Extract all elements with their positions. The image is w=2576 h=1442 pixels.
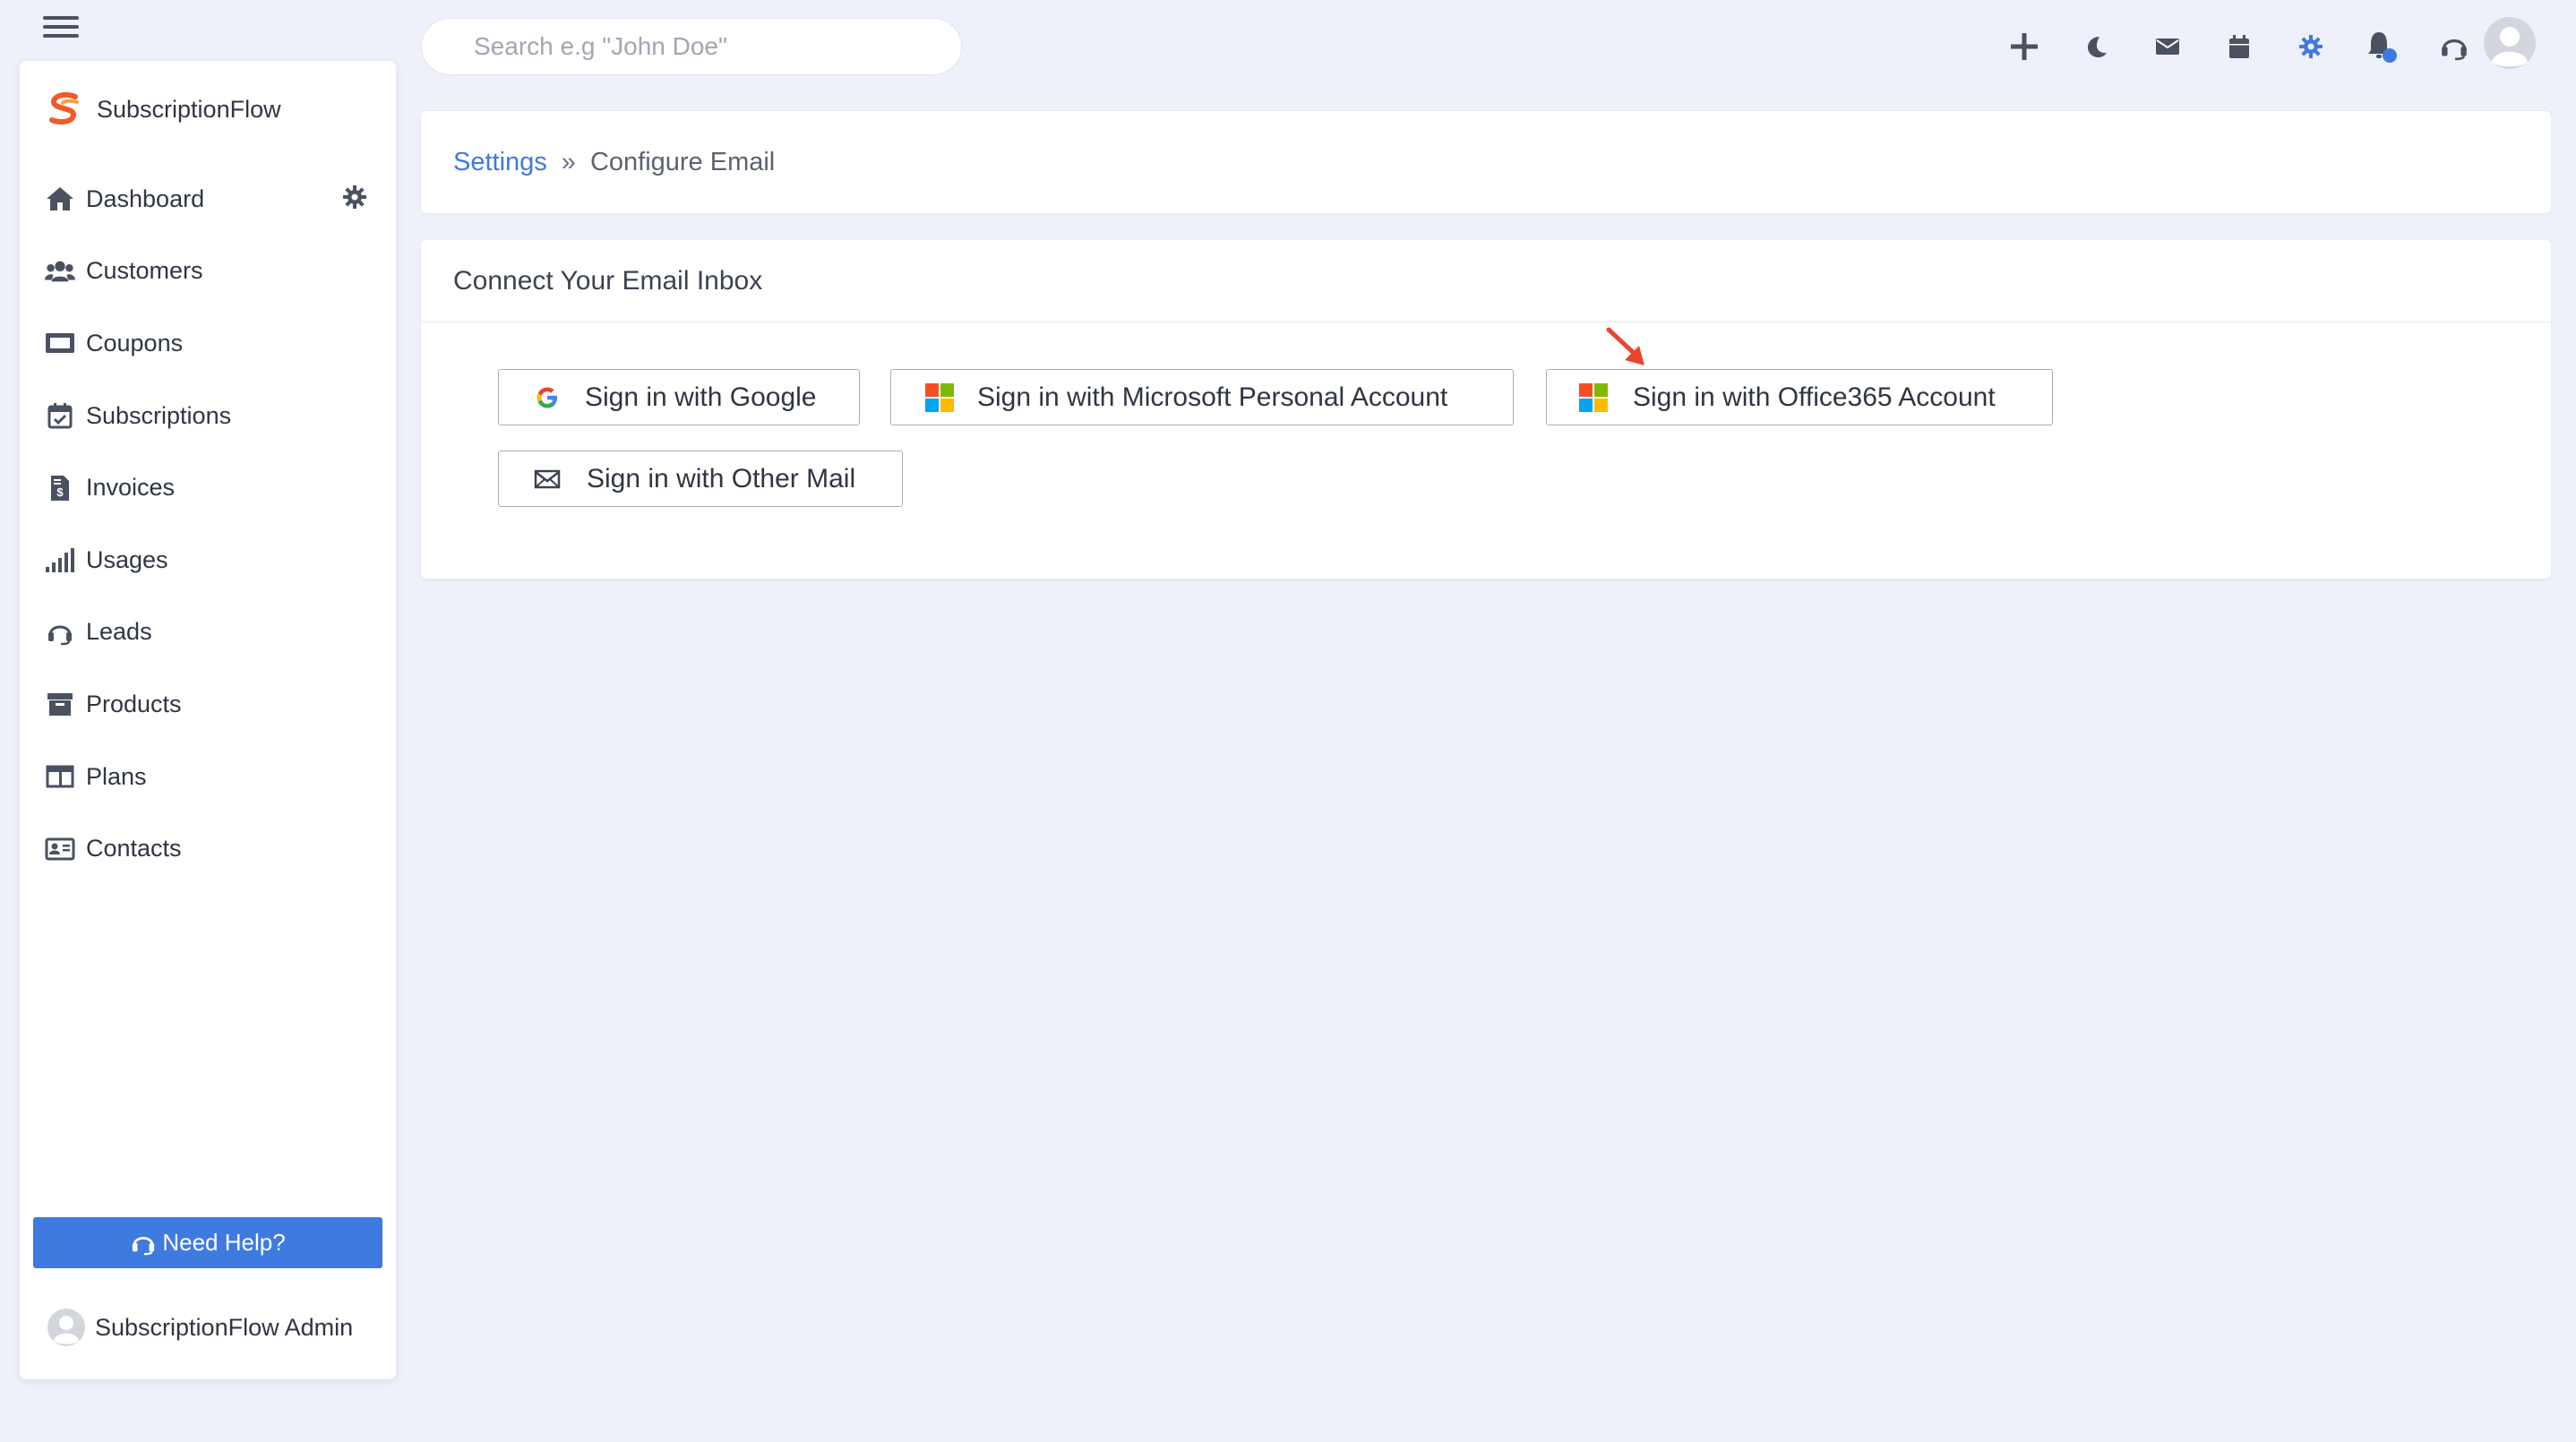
dashboard-settings-gear-icon[interactable] — [342, 185, 367, 216]
avatar — [47, 1309, 85, 1346]
users-icon — [45, 256, 75, 287]
other-mail-signin-label: Sign in with Other Mail — [587, 463, 856, 494]
calendar-icon[interactable] — [2203, 21, 2275, 72]
sidebar-item-label: Contacts — [86, 835, 182, 863]
search-input[interactable] — [421, 18, 962, 75]
sidebar-item-label: Coupons — [86, 329, 184, 356]
envelope-icon — [526, 469, 569, 489]
sidebar-item-plans[interactable]: Plans — [45, 741, 376, 813]
sidebar-item-label: Products — [86, 690, 182, 717]
sidebar-nav: Dashboard Customers Coupons Subscription… — [45, 163, 376, 885]
bell-icon[interactable] — [2347, 21, 2418, 72]
google-logo-icon — [526, 384, 569, 411]
headset-icon — [133, 1236, 155, 1255]
microsoft-logo-icon — [918, 382, 961, 412]
topbar-icons — [1988, 21, 2490, 72]
sidebar-item-label: Subscriptions — [86, 401, 232, 429]
ticket-icon — [45, 328, 75, 358]
sidebar-item-label: Leads — [86, 618, 152, 646]
signal-bars-icon — [45, 545, 75, 575]
need-help-label: Need Help? — [162, 1229, 286, 1256]
breadcrumb-current: Configure Email — [589, 147, 776, 176]
brand-name: SubscriptionFlow — [97, 95, 281, 123]
brand[interactable]: SubscriptionFlow — [47, 91, 281, 127]
user-avatar-icon[interactable] — [2483, 16, 2537, 70]
columns-icon — [45, 761, 75, 792]
hamburger-line — [43, 16, 79, 20]
admin-user[interactable]: SubscriptionFlow Admin — [47, 1308, 353, 1347]
breadcrumb-settings-link[interactable]: Settings — [453, 148, 547, 177]
hamburger-line — [43, 25, 79, 29]
brand-logo-icon — [49, 92, 79, 124]
envelope-icon[interactable] — [2132, 21, 2203, 72]
headset-icon — [45, 617, 75, 648]
sidebar-item-label: Customers — [86, 257, 203, 285]
hamburger-line — [43, 34, 79, 38]
sidebar-item-coupons[interactable]: Coupons — [45, 307, 376, 380]
breadcrumb: Settings » Configure Email — [421, 111, 2551, 213]
hamburger-menu-icon[interactable] — [43, 16, 79, 43]
microsoft-personal-signin-label: Sign in with Microsoft Personal Account — [977, 382, 1448, 412]
sidebar-item-leads[interactable]: Leads — [45, 597, 376, 669]
sidebar-item-customers[interactable]: Customers — [45, 236, 376, 308]
breadcrumb-separator: » — [561, 147, 576, 176]
sidebar: SubscriptionFlow Dashboard Customers Cou… — [20, 61, 396, 1379]
svg-text:$: $ — [56, 485, 64, 499]
connect-email-card: Connect Your Email Inbox Sign in with Go… — [421, 240, 2551, 579]
google-signin-label: Sign in with Google — [585, 382, 817, 412]
sidebar-item-label: Dashboard — [86, 185, 205, 212]
admin-name: SubscriptionFlow Admin — [95, 1313, 354, 1341]
moon-icon[interactable] — [2060, 21, 2132, 72]
calendar-check-icon — [45, 400, 75, 431]
home-icon — [45, 184, 75, 214]
sidebar-item-label: Usages — [86, 545, 168, 573]
office365-signin-label: Sign in with Office365 Account — [1633, 382, 1996, 412]
sidebar-item-invoices[interactable]: $ Invoices — [45, 451, 376, 524]
invoice-icon: $ — [45, 473, 75, 503]
sidebar-item-label: Invoices — [86, 474, 176, 502]
google-signin-button[interactable]: Sign in with Google — [498, 369, 860, 425]
card-title: Connect Your Email Inbox — [421, 240, 2551, 322]
sidebar-item-contacts[interactable]: Contacts — [45, 812, 376, 885]
plus-icon[interactable] — [1988, 21, 2060, 72]
sidebar-item-subscriptions[interactable]: Subscriptions — [45, 380, 376, 452]
sidebar-item-products[interactable]: Products — [45, 668, 376, 741]
microsoft-logo-icon — [1572, 382, 1615, 412]
sidebar-item-usages[interactable]: Usages — [45, 524, 376, 597]
annotation-arrow-icon — [1606, 327, 1644, 365]
other-mail-signin-button[interactable]: Sign in with Other Mail — [498, 451, 903, 507]
need-help-button[interactable]: Need Help? — [33, 1217, 382, 1268]
headset-icon[interactable] — [2418, 21, 2490, 72]
archive-box-icon — [45, 689, 75, 719]
sidebar-item-dashboard[interactable]: Dashboard — [45, 163, 376, 236]
sidebar-item-label: Plans — [86, 762, 147, 790]
office365-signin-button[interactable]: Sign in with Office365 Account — [1546, 369, 2053, 425]
contact-card-icon — [45, 834, 75, 864]
gear-icon[interactable] — [2275, 21, 2347, 72]
microsoft-personal-signin-button[interactable]: Sign in with Microsoft Personal Account — [890, 369, 1514, 425]
